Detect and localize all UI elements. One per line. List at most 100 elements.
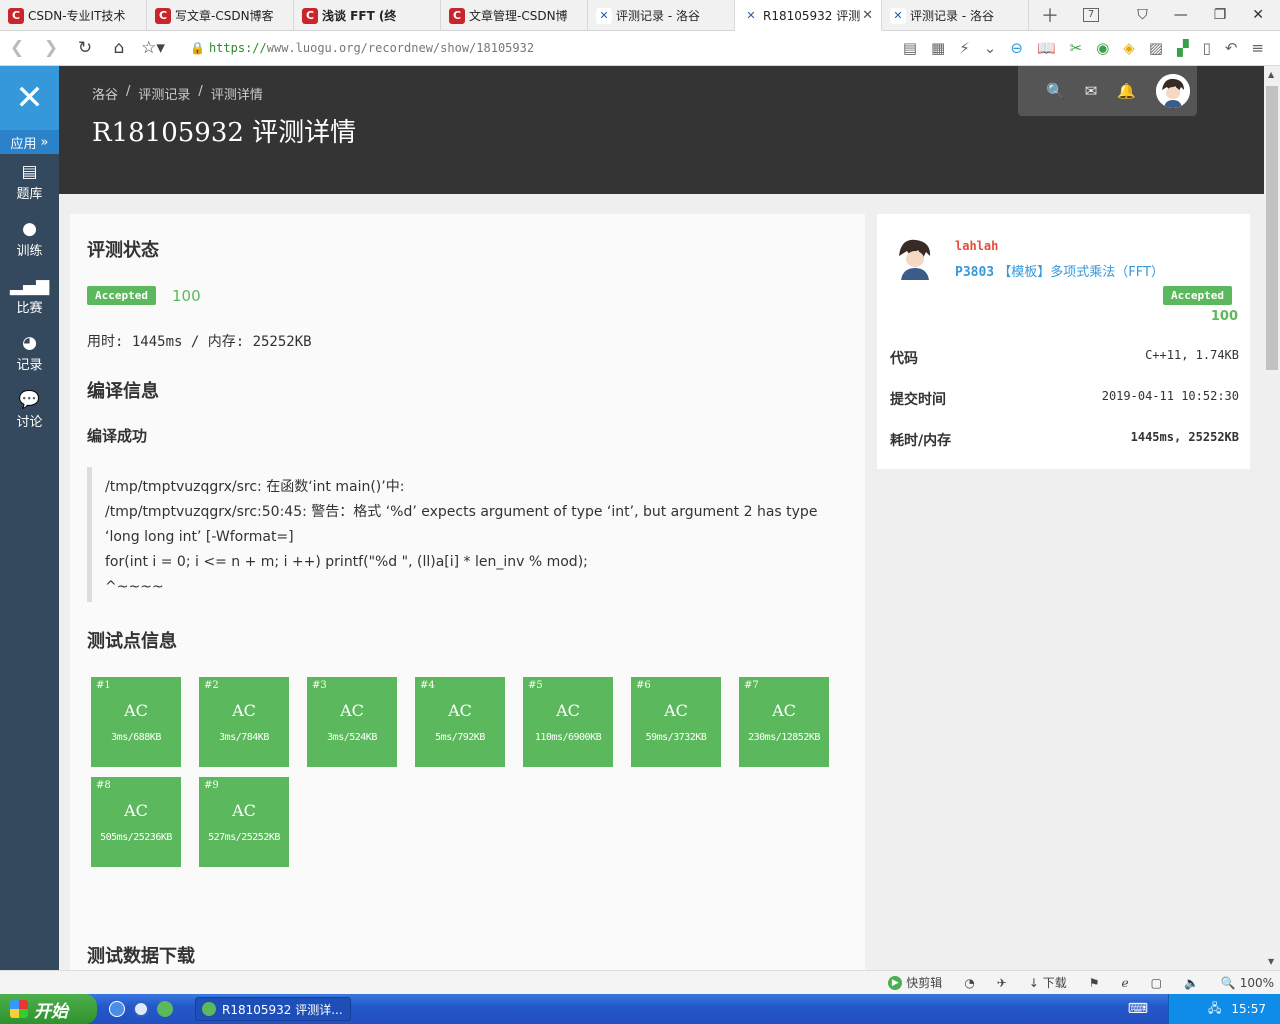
browser-tab-6[interactable]: ✕ 评测记录 - 洛谷	[882, 0, 1029, 31]
compile-result: 编译成功	[87, 427, 148, 445]
breadcrumb-detail: 评测详情	[210, 88, 263, 103]
scroll-up-icon[interactable]: ▲	[1268, 70, 1274, 79]
lightbulb-icon: ●	[22, 219, 37, 239]
time-memory-row: 耗时/内存 1445ms, 25252KB	[890, 430, 1239, 449]
minimize-icon[interactable]: —	[1174, 7, 1188, 23]
luogu-favicon-icon: ✕	[596, 7, 612, 24]
record-summary-card: lahlah P3803 【模板】多项式乘法（FFT） Accepted 100…	[877, 214, 1250, 469]
compile-line: ‘long long int’ [-Wformat=]	[105, 529, 294, 545]
test-case-8[interactable]: #8 AC 505ms/25236KB	[91, 777, 181, 867]
browser-tab-5[interactable]: ✕ R18105932 评测 ✕	[735, 0, 882, 31]
phone-icon[interactable]: ▯	[1203, 39, 1211, 57]
test-case-9[interactable]: #9 AC 527ms/25252KB	[199, 777, 289, 867]
reader-icon[interactable]: ▤	[903, 39, 917, 57]
url-field[interactable]: 🔒 https://www.luogu.org/recordnew/show/1…	[190, 41, 534, 55]
book-icon: ▤	[21, 162, 38, 182]
restore-icon[interactable]: ❐	[1214, 7, 1227, 23]
test-case-5[interactable]: #5 AC 110ms/6900KB	[523, 677, 613, 767]
sidebar-item-records[interactable]: ◕ 记录	[0, 325, 59, 382]
taskbar-window-button[interactable]: R18105932 评测详...	[195, 997, 351, 1021]
screenshot-icon[interactable]: ✂	[1070, 39, 1083, 57]
sidebar-item-problems[interactable]: ▤ 题库	[0, 154, 59, 211]
browser-tab-2[interactable]: C 浅谈 FFT (终	[294, 0, 441, 31]
zoom-control[interactable]: 🔍 100%	[1221, 976, 1274, 990]
refresh-icon[interactable]: ↻	[68, 38, 102, 58]
back-icon[interactable]: ❮	[0, 38, 34, 58]
clock[interactable]: 15:57	[1231, 1002, 1266, 1016]
read-mode-icon[interactable]: 📖	[1037, 39, 1056, 57]
ie-launch-icon[interactable]	[133, 1001, 149, 1017]
compile-line: /tmp/tmptvuzqgrx/src: 在函数‘int main()’中:	[105, 479, 405, 495]
csdn-favicon-icon: C	[155, 7, 171, 24]
test-case-4[interactable]: #4 AC 5ms/792KB	[415, 677, 505, 767]
skin-icon[interactable]: ⛉	[1137, 7, 1148, 23]
test-case-6[interactable]: #6 AC 59ms/3732KB	[631, 677, 721, 767]
test-case-2[interactable]: #2 AC 3ms/784KB	[199, 677, 289, 767]
search-icon[interactable]: 🔍	[1046, 82, 1065, 100]
translate-icon[interactable]: ◉	[1096, 39, 1109, 57]
tab-extras: ＋ 7 ⛉ — ❐ ✕	[1029, 0, 1280, 30]
quick-cut-button[interactable]: ▶ 快剪辑	[888, 974, 942, 991]
username-link[interactable]: lahlah	[955, 239, 998, 253]
sidebar-item-discuss[interactable]: 💬 讨论	[0, 382, 59, 439]
close-window-icon[interactable]: ✕	[1252, 7, 1264, 23]
network-icon[interactable]: 🖧	[1208, 999, 1221, 1020]
tab-close-icon[interactable]: ✕	[862, 8, 873, 23]
favorite-star-icon[interactable]: ☆▾	[136, 38, 170, 58]
browser-tab-3[interactable]: C 文章管理-CSDN博	[441, 0, 588, 31]
menu-icon[interactable]: ≡	[1251, 39, 1264, 57]
page-scrollbar[interactable]: ▲ ▼	[1264, 66, 1280, 970]
problem-link[interactable]: P3803 【模板】多项式乘法（FFT）	[955, 261, 1164, 280]
payment-icon[interactable]: ◈	[1123, 39, 1135, 57]
speed-dial-icon[interactable]: ◔	[964, 976, 974, 990]
home-icon[interactable]: ⌂	[102, 38, 136, 58]
time-memory: 用时: 1445ms / 内存: 25252KB	[87, 334, 312, 350]
undo-icon[interactable]: ↶	[1225, 39, 1238, 57]
avatar[interactable]	[1155, 74, 1190, 108]
sidebar-item-training[interactable]: ● 训练	[0, 211, 59, 268]
app-menu-button[interactable]: 应用»	[0, 130, 59, 154]
speed-icon[interactable]: ⚡	[959, 39, 970, 57]
test-case-1[interactable]: #1 AC 3ms/688KB	[91, 677, 181, 767]
flag-icon[interactable]: ⚑	[1089, 976, 1100, 990]
keyboard-icon[interactable]: ⌨	[1128, 1001, 1148, 1017]
dropdown-icon[interactable]: ⌄	[984, 39, 997, 57]
pin-icon[interactable]: ✈	[997, 976, 1007, 990]
compile-output: /tmp/tmptvuzqgrx/src: 在函数‘int main()’中: …	[87, 467, 847, 602]
status-row: Accepted 100	[87, 286, 201, 305]
ie-icon[interactable]: ℯ	[1122, 976, 1129, 990]
test-case-3[interactable]: #3 AC 3ms/524KB	[307, 677, 397, 767]
scrollbar-thumb[interactable]	[1266, 86, 1278, 370]
scroll-down-icon[interactable]: ▼	[1268, 957, 1274, 966]
desktop-icon[interactable]	[109, 1001, 125, 1017]
volume-icon[interactable]: 🔈	[1184, 976, 1199, 990]
browser-launch-icon[interactable]	[157, 1001, 173, 1017]
image-icon[interactable]: ▨	[1149, 39, 1163, 57]
start-button[interactable]: 开始	[0, 994, 97, 1024]
browser-tab-4[interactable]: ✕ 评测记录 - 洛谷	[588, 0, 735, 31]
cases-title: 测试点信息	[87, 631, 177, 652]
breadcrumb-records[interactable]: 评测记录	[138, 84, 190, 103]
new-tab-icon[interactable]: ＋	[1041, 2, 1059, 28]
window-icon[interactable]: ▢	[1151, 976, 1162, 990]
breadcrumb-home[interactable]: 洛谷	[92, 84, 118, 103]
browser-tab-0[interactable]: C CSDN-专业IT技术	[0, 0, 147, 31]
play-icon: ▶	[888, 975, 903, 990]
csdn-favicon-icon: C	[302, 7, 318, 24]
adblock-icon[interactable]: ⊖	[1010, 39, 1023, 57]
bell-icon[interactable]: 🔔	[1117, 82, 1136, 100]
address-bar: ❮ ❯ ↻ ⌂ ☆▾ 🔒 https://www.luogu.org/recor…	[0, 31, 1280, 66]
luogu-logo[interactable]: ✕	[0, 66, 59, 130]
browser-tab-1[interactable]: C 写文章-CSDN博客	[147, 0, 294, 31]
test-case-7[interactable]: #7 AC 230ms/12852KB	[739, 677, 829, 767]
apps-icon[interactable]: ▞	[1177, 39, 1189, 57]
windows-taskbar: 开始 R18105932 评测详... ⌨ 🖧 15:57	[0, 994, 1280, 1024]
qr-icon[interactable]: ▦	[931, 39, 945, 57]
forward-icon[interactable]: ❯	[34, 38, 68, 58]
user-avatar[interactable]	[892, 234, 938, 280]
sidebar-item-contest[interactable]: ▂▄▆ 比赛	[0, 268, 59, 325]
download-button[interactable]: ↓ 下载	[1029, 974, 1067, 991]
lock-icon: 🔒	[190, 41, 205, 55]
mail-icon[interactable]: ✉	[1085, 82, 1098, 100]
tab-count[interactable]: 7	[1083, 8, 1099, 22]
